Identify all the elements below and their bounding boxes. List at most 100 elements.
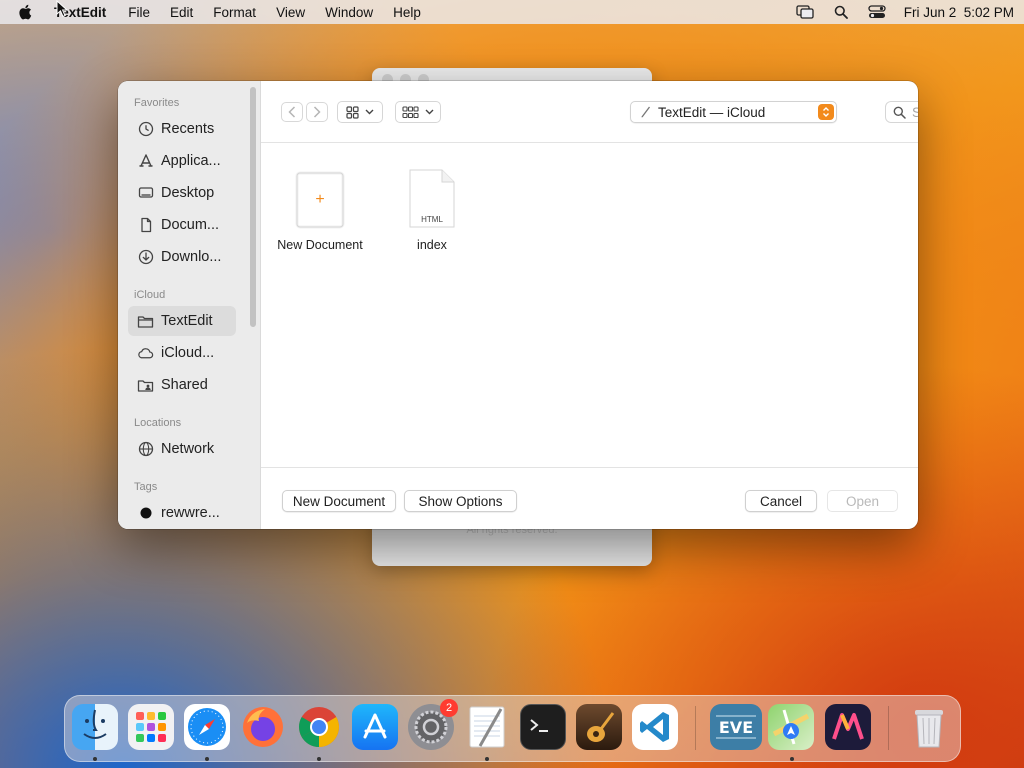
- sidebar-item-shared[interactable]: Shared: [128, 370, 236, 400]
- group-view-button[interactable]: [395, 101, 441, 123]
- sidebar-item-label: rewwre...: [161, 505, 220, 521]
- applications-icon: [137, 153, 154, 170]
- vscode-icon: [640, 712, 669, 742]
- dock-app-store[interactable]: [352, 704, 398, 750]
- dock-maps[interactable]: [768, 704, 814, 750]
- new-document-icon: +: [295, 171, 345, 229]
- grid-view-icon: [346, 105, 359, 119]
- sidebar-item-documents[interactable]: Docum...: [128, 210, 236, 240]
- sidebar-item-desktop[interactable]: Desktop: [128, 178, 236, 208]
- location-label: TextEdit — iCloud: [658, 104, 766, 120]
- file-item-new-document[interactable]: + New Document: [265, 171, 375, 252]
- notification-badge: 2: [440, 699, 458, 717]
- mouse-cursor-icon: [56, 0, 68, 18]
- file-name: New Document: [277, 238, 363, 252]
- search-field[interactable]: [885, 101, 918, 123]
- menu-format[interactable]: Format: [213, 5, 256, 20]
- clock[interactable]: Fri Jun 2 5:02 PM: [904, 5, 1014, 20]
- menu-bar: TextEdit File Edit Format View Window He…: [0, 0, 1024, 24]
- dock-trash[interactable]: [906, 704, 952, 750]
- sidebar-heading-icloud: iCloud: [134, 289, 166, 301]
- control-center-icon[interactable]: [868, 5, 886, 19]
- dialog-footer: New Document Show Options Cancel Open: [261, 467, 918, 529]
- dock-separator: [888, 706, 889, 750]
- dock-system-settings[interactable]: 2: [408, 699, 458, 750]
- sidebar-item-label: Shared: [161, 377, 208, 393]
- terminal-icon: [530, 719, 548, 732]
- running-indicator: [485, 757, 489, 761]
- icon-view-button[interactable]: [337, 101, 383, 123]
- dock-eve[interactable]: EVE: [710, 704, 762, 750]
- finder-icon: [83, 709, 107, 739]
- menu-edit[interactable]: Edit: [170, 5, 193, 20]
- search-icon: [893, 106, 906, 119]
- new-document-plus: +: [315, 191, 324, 208]
- menu-help[interactable]: Help: [393, 5, 421, 20]
- safari-icon: [188, 708, 226, 746]
- globe-icon: [137, 441, 154, 458]
- chevron-right-icon: [313, 106, 321, 118]
- dock-launchpad[interactable]: [128, 704, 174, 750]
- sidebar-item-downloads[interactable]: Downlo...: [128, 242, 236, 272]
- menu-window[interactable]: Window: [325, 5, 373, 20]
- sidebar: Favorites Recents Applica... Desktop Doc…: [118, 81, 261, 529]
- group-grid-icon: [402, 105, 419, 118]
- dock-garageband[interactable]: [576, 704, 622, 750]
- sidebar-item-textedit[interactable]: TextEdit: [128, 306, 236, 336]
- sidebar-item-icloud-drive[interactable]: iCloud...: [128, 338, 236, 368]
- sidebar-item-label: Docum...: [161, 217, 220, 233]
- download-icon: [137, 249, 154, 266]
- forward-button[interactable]: [306, 102, 328, 122]
- spotlight-search-icon[interactable]: [832, 5, 850, 19]
- dock-separator: [695, 706, 696, 750]
- dock-chrome[interactable]: [296, 704, 342, 750]
- back-button[interactable]: [281, 102, 303, 122]
- sidebar-item-label: Desktop: [161, 185, 215, 201]
- screen-mirroring-icon[interactable]: [796, 5, 814, 19]
- running-indicator: [317, 757, 321, 761]
- sidebar-item-label: Downlo...: [161, 249, 222, 265]
- new-document-button[interactable]: New Document: [282, 490, 396, 512]
- cloud-icon: [137, 345, 154, 362]
- sidebar-scrollbar[interactable]: [250, 87, 256, 327]
- sidebar-item-network[interactable]: Network: [128, 434, 236, 464]
- dock-firefox[interactable]: [240, 704, 286, 750]
- sidebar-item-applications[interactable]: Applica...: [128, 146, 236, 176]
- textedit-icon: [469, 706, 505, 748]
- file-type-label: HTML: [421, 215, 443, 224]
- menu-view[interactable]: View: [276, 5, 305, 20]
- sidebar-item-label: Recents: [161, 121, 215, 137]
- sidebar-item-label: Applica...: [161, 153, 221, 169]
- search-input[interactable]: [912, 104, 918, 120]
- dock-safari[interactable]: [184, 704, 230, 750]
- sidebar-item-label: iCloud...: [161, 345, 215, 361]
- file-name: index: [417, 238, 447, 252]
- trash-icon: [915, 710, 943, 748]
- html-file-icon: HTML: [409, 169, 455, 228]
- cancel-button[interactable]: Cancel: [745, 490, 817, 512]
- file-item-index[interactable]: HTML index: [377, 168, 487, 252]
- sidebar-item-tag[interactable]: rewwre...: [128, 498, 236, 528]
- menu-file[interactable]: File: [128, 5, 150, 20]
- location-popup[interactable]: TextEdit — iCloud: [630, 101, 837, 123]
- maps-icon: [772, 709, 810, 745]
- sidebar-item-label: TextEdit: [161, 313, 213, 329]
- mochi-icon: [832, 713, 864, 740]
- show-options-button[interactable]: Show Options: [404, 490, 517, 512]
- dock-vscode[interactable]: [632, 704, 678, 750]
- sidebar-item-recents[interactable]: Recents: [128, 114, 236, 144]
- dock-terminal[interactable]: [520, 704, 566, 750]
- textedit-doc-icon: [641, 106, 651, 118]
- chrome-icon: [299, 707, 339, 747]
- open-button[interactable]: Open: [827, 490, 898, 512]
- dock-finder[interactable]: [72, 704, 118, 750]
- garageband-icon: [587, 712, 615, 742]
- file-browser: + New Document HTML index: [261, 143, 918, 467]
- apple-menu-icon[interactable]: [18, 4, 36, 20]
- launchpad-icon: [136, 712, 166, 742]
- dock-textedit[interactable]: [464, 704, 510, 750]
- dialog-toolbar: TextEdit — iCloud: [261, 81, 918, 143]
- folder-icon: [137, 313, 154, 330]
- app-store-icon: [363, 713, 387, 739]
- dock-mochi[interactable]: [825, 704, 871, 750]
